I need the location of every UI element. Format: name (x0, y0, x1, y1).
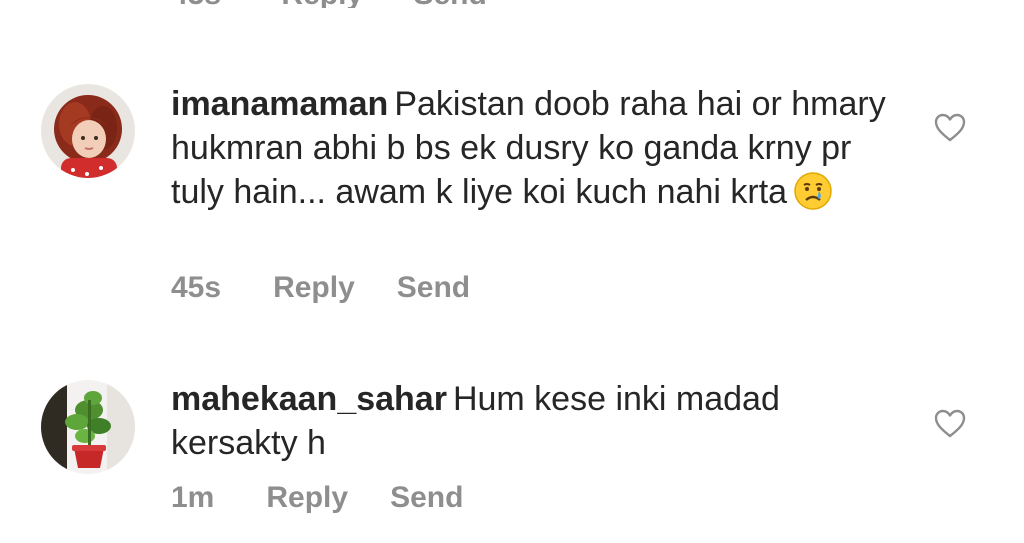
potted-plant-avatar-image (41, 380, 135, 474)
avatar[interactable] (41, 380, 135, 474)
reply-button[interactable]: Reply (273, 271, 355, 305)
comment-text: mahekaan_sahar Hum kese inki madad kersak… (171, 377, 911, 465)
reply-button[interactable]: Reply (266, 481, 348, 515)
send-button[interactable]: Send (390, 481, 463, 515)
avatar[interactable] (41, 84, 135, 178)
comment-actions: 45s Reply Send (171, 0, 487, 8)
comment-actions: 1m Reply Send (171, 481, 463, 515)
send-button[interactable]: Send (413, 0, 486, 8)
comment-text: imanamaman Pakistan doob raha hai or hmar… (171, 82, 911, 214)
comment-time: 1m (171, 481, 215, 514)
reply-button[interactable]: Reply (281, 0, 363, 8)
girl-with-red-hair-avatar-image (41, 84, 135, 178)
send-button[interactable]: Send (397, 271, 470, 305)
username-link[interactable]: mahekaan_sahar (171, 380, 447, 418)
crying-face-emoji-icon (793, 171, 833, 211)
comment-time: 45s (171, 0, 221, 8)
comment-actions: 45s Reply Send (171, 271, 470, 305)
comment-time: 45s (171, 271, 222, 304)
username-link[interactable]: imanamaman (171, 85, 388, 123)
previous-comment-fragment: 45s Reply Send (0, 0, 1024, 8)
like-heart-icon[interactable] (934, 409, 966, 439)
like-heart-icon[interactable] (934, 113, 966, 143)
